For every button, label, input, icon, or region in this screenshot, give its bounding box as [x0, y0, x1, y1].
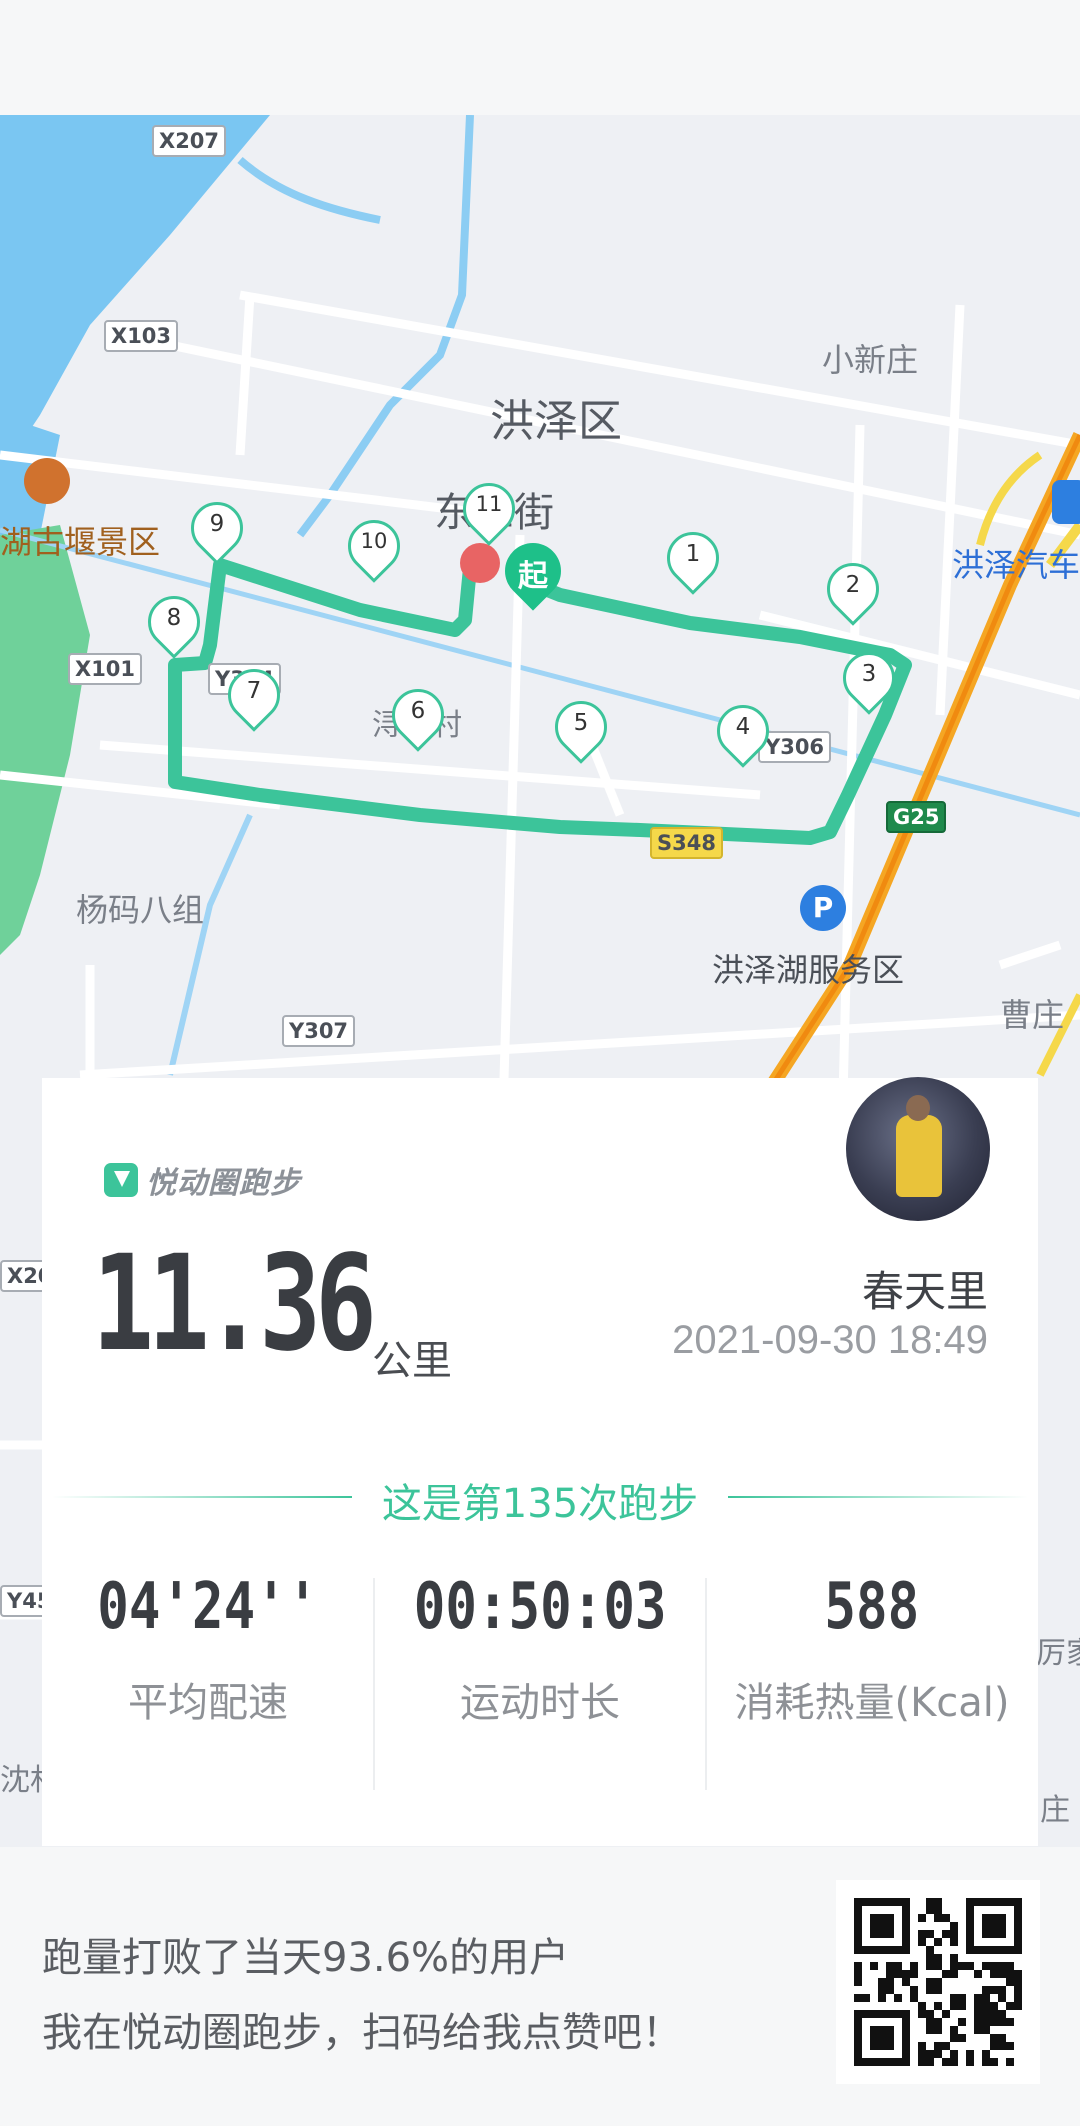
lake-water — [0, 115, 270, 475]
end-marker — [460, 543, 500, 583]
road-tag-g25: G25 — [886, 801, 947, 833]
footer-rank-text: 跑量打败了当天93.6%的用户 — [42, 1935, 570, 1981]
km-marker-label: 10 — [360, 529, 388, 553]
run-datetime: 2021-09-30 18:49 — [672, 1318, 988, 1362]
km-marker-label: 4 — [735, 714, 751, 740]
stat-label: 运动时长 — [460, 1680, 620, 1726]
run-count-divider: 这是第135次跑步 — [52, 1466, 1028, 1527]
stat-duration: 00:50:03 运动时长 — [374, 1570, 706, 1728]
km-marker-label: 8 — [166, 605, 182, 631]
km-marker-label: 1 — [685, 541, 701, 567]
stat-value: 588 — [824, 1570, 920, 1644]
stat-label: 消耗热量(Kcal) — [734, 1680, 1010, 1726]
village-label: 厉家 — [1036, 1636, 1080, 1671]
logo-icon — [104, 1163, 138, 1197]
road-tag-y307: Y307 — [282, 1015, 356, 1047]
km-marker-label: 5 — [573, 710, 589, 736]
km-marker-label: 2 — [845, 572, 861, 598]
village-label: 曹庄 — [1000, 996, 1065, 1034]
stat-label: 平均配速 — [128, 1680, 288, 1726]
stat-calories: 588 消耗热量(Kcal) — [706, 1570, 1038, 1728]
scenic-icon — [24, 458, 70, 504]
district-label: 洪泽区 — [490, 396, 622, 447]
avatar-jersey — [896, 1115, 942, 1197]
village-label: 小新庄 — [822, 341, 919, 379]
village-label: 庄 — [1040, 1793, 1070, 1828]
road-tag-x101: X101 — [68, 653, 143, 685]
top-bar — [0, 0, 1080, 115]
distance-unit: 公里 — [372, 1338, 452, 1384]
start-marker-label: 起 — [518, 559, 548, 594]
service-area-label: 洪泽湖服务区 — [712, 951, 905, 989]
road-tag-s348: S348 — [650, 827, 723, 859]
scenic-label: 湖古堰景区 — [0, 523, 161, 561]
app-logo: 悦动圈跑步 — [104, 1162, 301, 1201]
km-marker-label: 3 — [861, 661, 877, 687]
avatar[interactable] — [846, 1077, 990, 1221]
run-count-text: 这是第135次跑步 — [381, 1481, 699, 1527]
bus-icon — [1052, 480, 1080, 524]
village-label: 杨码八组 — [76, 891, 205, 929]
road-tag-x103: X103 — [104, 320, 179, 352]
username: 春天里 — [861, 1267, 988, 1316]
km-marker-label: 11 — [475, 492, 503, 516]
footer-share-text: 我在悦动圈跑步，扫码给我点赞吧！ — [42, 2010, 682, 2056]
road-tag-x207: X207 — [152, 125, 227, 157]
parking-icon: P — [800, 885, 846, 931]
stat-value: 00:50:03 — [413, 1570, 667, 1644]
stat-pace: 04'24'' 平均配速 — [42, 1570, 374, 1728]
qr-code[interactable] — [836, 1880, 1040, 2084]
km-marker-label: 6 — [410, 698, 426, 724]
stat-value: 04'24'' — [97, 1570, 319, 1644]
qr-code-image — [854, 1898, 1022, 2066]
km-marker-label: 9 — [209, 511, 225, 537]
logo-text: 悦动圈跑步 — [146, 1166, 301, 1201]
summary-card: 悦动圈跑步 11.36 公里 春天里 2021-09-30 18:49 这是第1… — [42, 1077, 1038, 1846]
km-marker-label: 7 — [246, 678, 262, 704]
bus-station-label: 洪泽汽车 — [952, 546, 1080, 584]
distance-value: 11.36 — [92, 1227, 377, 1381]
